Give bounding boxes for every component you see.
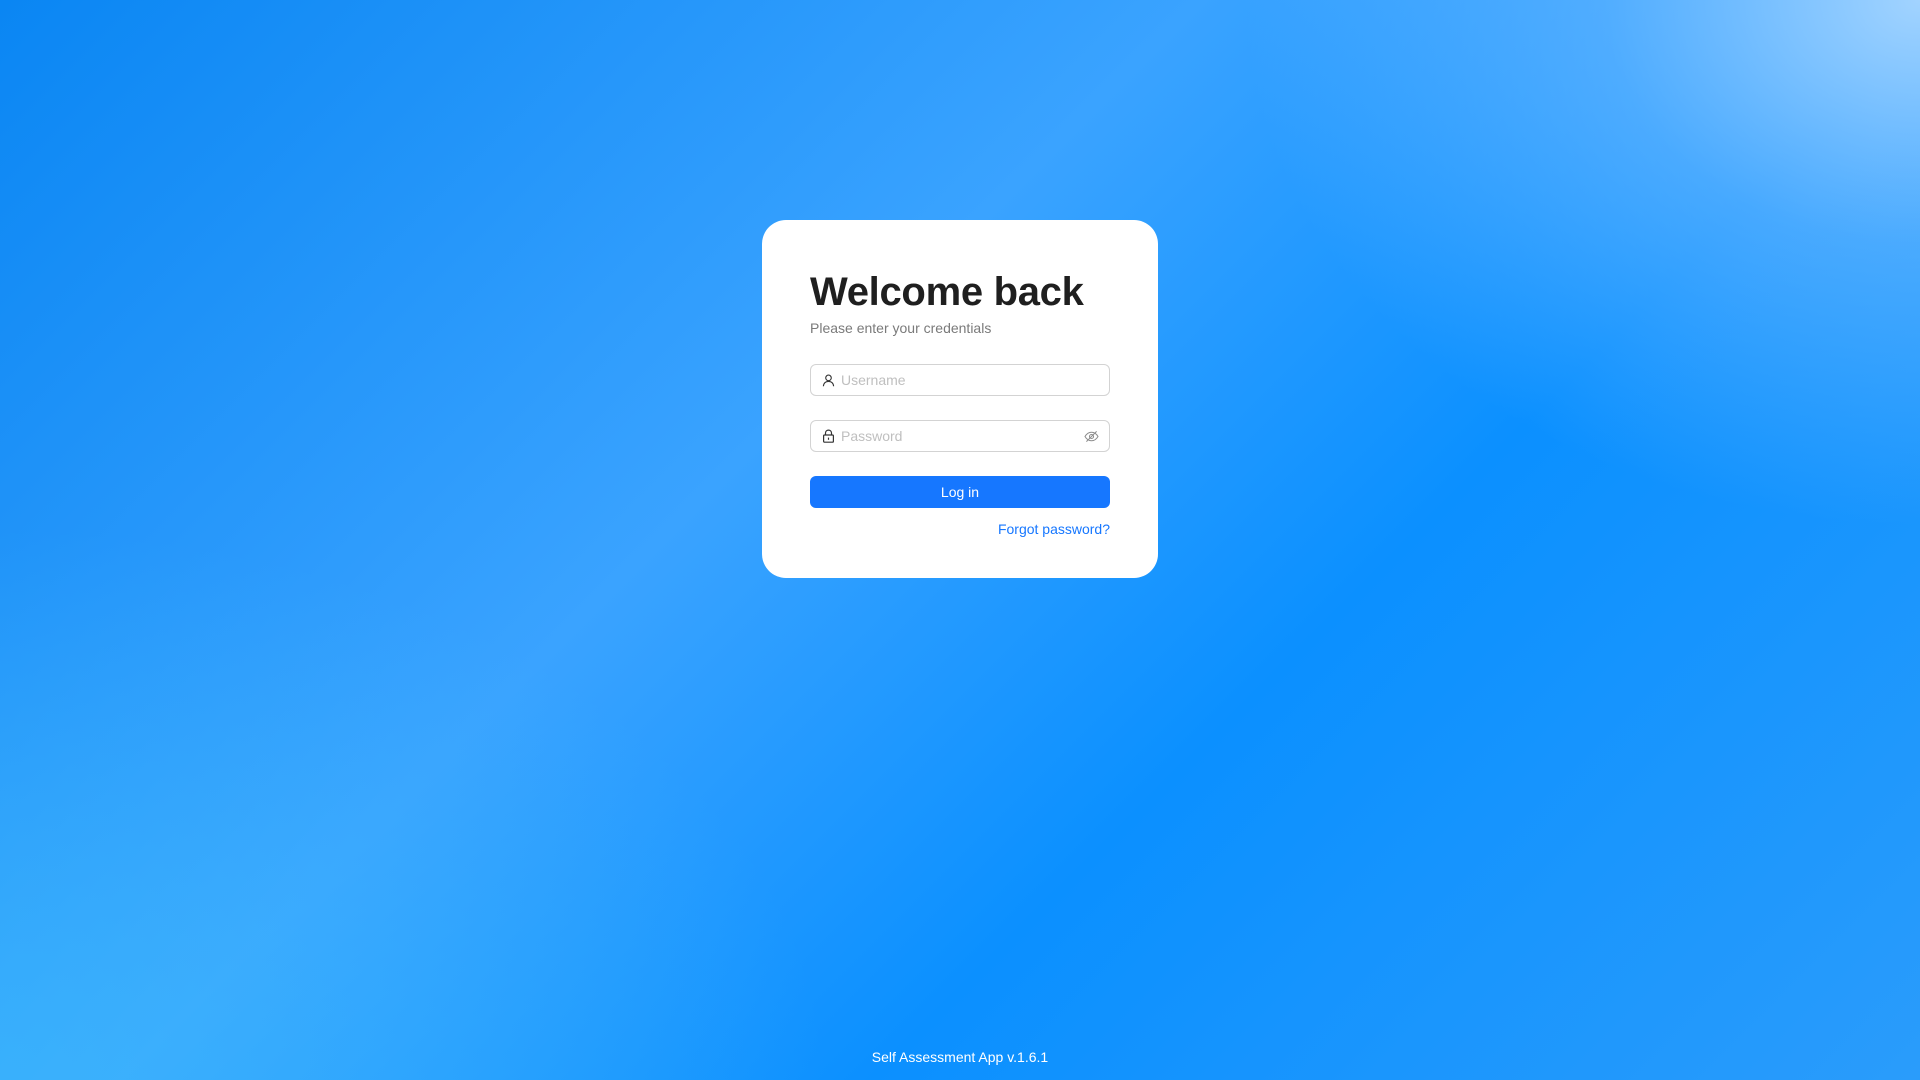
- user-icon: [821, 373, 835, 387]
- page-title: Welcome back: [810, 270, 1084, 314]
- username-field[interactable]: [810, 364, 1110, 396]
- eye-invisible-icon[interactable]: [1083, 428, 1099, 444]
- forgot-password-link[interactable]: Forgot password?: [998, 521, 1110, 537]
- background-glow: [0, 480, 900, 1080]
- app-version-footer: Self Assessment App v.1.6.1: [871, 1049, 1049, 1065]
- login-card: Welcome back Please enter your credentia…: [762, 220, 1158, 578]
- password-field[interactable]: [810, 420, 1110, 452]
- username-input[interactable]: [841, 365, 1099, 395]
- page-subtitle: Please enter your credentials: [810, 320, 992, 336]
- forgot-password-row: Forgot password?: [810, 521, 1110, 539]
- login-button[interactable]: Log in: [810, 476, 1110, 508]
- lock-icon: [821, 429, 835, 443]
- password-input[interactable]: [841, 421, 1083, 451]
